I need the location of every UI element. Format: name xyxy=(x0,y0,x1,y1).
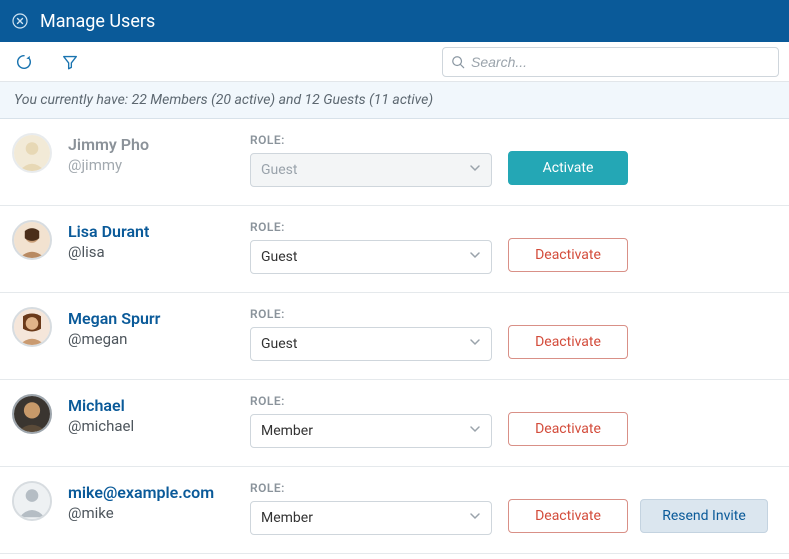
activate-button[interactable]: Activate xyxy=(508,151,628,185)
header-bar: Manage Users xyxy=(0,0,789,42)
role-value: Guest xyxy=(261,249,297,265)
avatar xyxy=(12,307,52,347)
user-handle: @jimmy xyxy=(68,155,234,175)
deactivate-button[interactable]: Deactivate xyxy=(508,412,628,446)
resend-invite-button[interactable]: Resend Invite xyxy=(640,499,768,533)
avatar xyxy=(12,481,52,521)
role-label: ROLE: xyxy=(250,307,492,321)
user-name[interactable]: Lisa Durant xyxy=(68,222,234,242)
search-input-wrap[interactable] xyxy=(442,47,779,77)
chevron-down-icon xyxy=(469,249,481,265)
search-icon xyxy=(451,55,465,69)
toolbar xyxy=(0,42,789,82)
chevron-down-icon xyxy=(469,162,481,178)
chevron-down-icon xyxy=(469,510,481,526)
role-select: Guest xyxy=(250,153,492,187)
user-name[interactable]: Jimmy Pho xyxy=(68,135,234,155)
deactivate-button[interactable]: Deactivate xyxy=(508,325,628,359)
role-value: Guest xyxy=(261,162,297,178)
page-title: Manage Users xyxy=(40,11,155,32)
avatar xyxy=(12,133,52,173)
avatar xyxy=(12,394,52,434)
user-row: Jimmy Pho @jimmy ROLE: Guest Activate xyxy=(0,119,789,206)
chevron-down-icon xyxy=(469,336,481,352)
role-select[interactable]: Guest xyxy=(250,240,492,274)
role-label: ROLE: xyxy=(250,220,492,234)
user-row: mike@example.com @mike ROLE: Member Deac… xyxy=(0,467,789,554)
refresh-icon[interactable] xyxy=(14,52,34,72)
role-select[interactable]: Member xyxy=(250,414,492,448)
user-handle: @megan xyxy=(68,329,234,349)
role-value: Member xyxy=(261,423,313,439)
user-row: Megan Spurr @megan ROLE: Guest Deactivat… xyxy=(0,293,789,380)
user-list: Jimmy Pho @jimmy ROLE: Guest Activate Li… xyxy=(0,119,789,554)
user-name[interactable]: mike@example.com xyxy=(68,483,234,503)
user-handle: @michael xyxy=(68,416,234,436)
role-select[interactable]: Guest xyxy=(250,327,492,361)
filter-icon[interactable] xyxy=(60,52,80,72)
avatar xyxy=(12,220,52,260)
user-name[interactable]: Megan Spurr xyxy=(68,309,234,329)
role-value: Guest xyxy=(261,336,297,352)
role-value: Member xyxy=(261,510,313,526)
role-label: ROLE: xyxy=(250,394,492,408)
user-row: Michael @michael ROLE: Member Deactivate xyxy=(0,380,789,467)
role-select[interactable]: Member xyxy=(250,501,492,535)
user-handle: @mike xyxy=(68,503,234,523)
deactivate-button[interactable]: Deactivate xyxy=(508,499,628,533)
user-name[interactable]: Michael xyxy=(68,396,234,416)
user-row: Lisa Durant @lisa ROLE: Guest Deactivate xyxy=(0,206,789,293)
search-input[interactable] xyxy=(471,54,770,70)
close-icon[interactable] xyxy=(12,13,28,29)
role-label: ROLE: xyxy=(250,481,492,495)
chevron-down-icon xyxy=(469,423,481,439)
summary-bar: You currently have: 22 Members (20 activ… xyxy=(0,82,789,119)
user-handle: @lisa xyxy=(68,242,234,262)
role-label: ROLE: xyxy=(250,133,492,147)
deactivate-button[interactable]: Deactivate xyxy=(508,238,628,272)
